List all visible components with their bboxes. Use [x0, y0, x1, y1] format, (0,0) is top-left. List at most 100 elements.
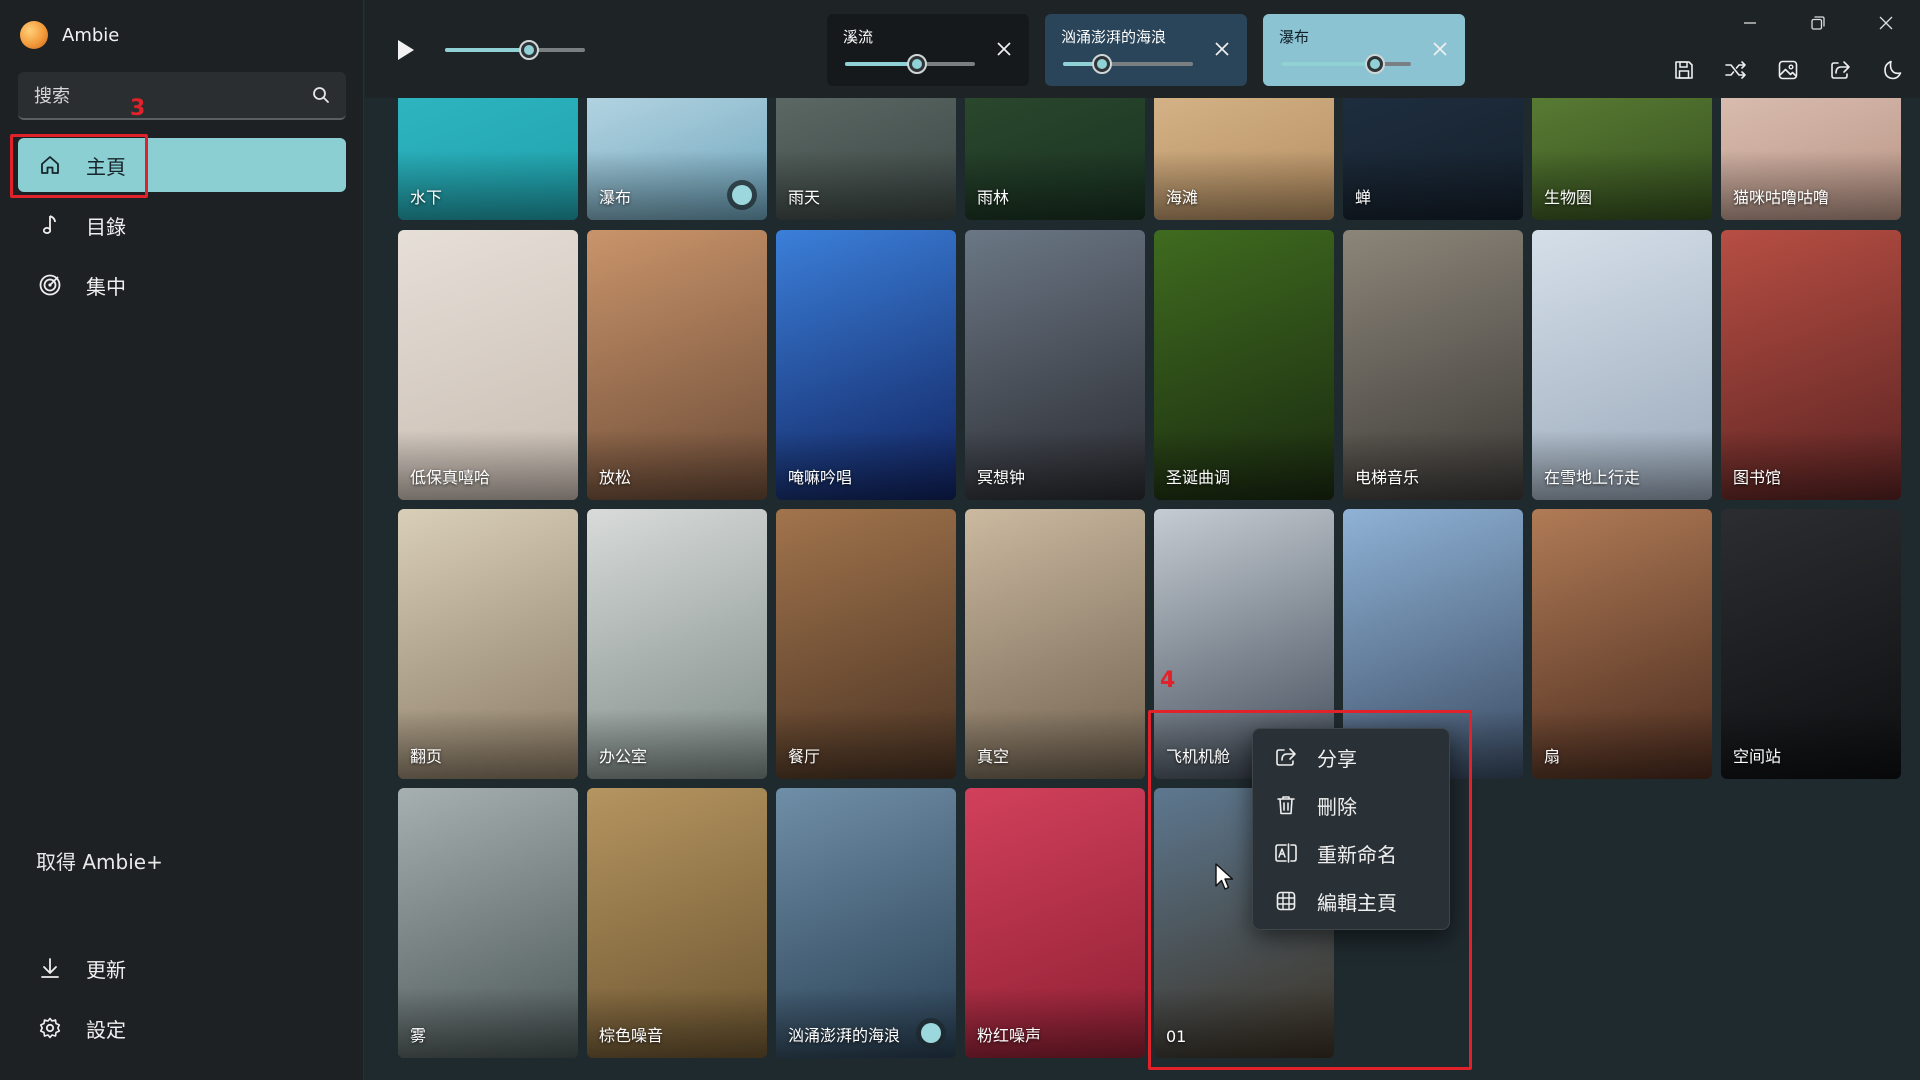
mix-volume-fill [845, 62, 917, 66]
sound-name: 棕色噪音 [599, 1026, 664, 1045]
sound-tile[interactable]: 放松 [587, 230, 767, 500]
sound-tile[interactable]: 雾 [398, 788, 578, 1058]
share-button[interactable] [1824, 54, 1856, 86]
sound-name: 唵嘛吟唱 [788, 468, 853, 487]
sound-tile[interactable]: 雨天 [776, 98, 956, 220]
sleep-timer-button[interactable] [1876, 54, 1908, 86]
sound-name: 真空 [977, 747, 1010, 766]
sound-tile[interactable]: 粉红噪声 [965, 788, 1145, 1058]
close-window-button[interactable] [1852, 0, 1920, 46]
mix-name: 瀑布 [1279, 28, 1310, 46]
save-button[interactable] [1668, 54, 1700, 86]
sound-name: 圣诞曲调 [1166, 468, 1231, 487]
shuffle-icon [1725, 61, 1746, 79]
restore-button[interactable] [1784, 0, 1852, 46]
master-volume-thumb[interactable] [519, 40, 539, 60]
toolbar [1668, 54, 1908, 86]
sound-tile[interactable]: 瀑布 [587, 98, 767, 220]
play-icon [398, 40, 414, 60]
master-volume-fill [445, 48, 529, 52]
shuffle-button[interactable] [1720, 54, 1752, 86]
minimize-button[interactable] [1716, 0, 1784, 46]
nav-item-catalogue[interactable]: 目錄 [18, 198, 346, 252]
mix-volume-thumb[interactable] [906, 54, 927, 74]
mix-volume-slider[interactable] [1281, 54, 1411, 74]
target-icon [36, 271, 64, 299]
settings-button[interactable]: 設定 [18, 1004, 346, 1052]
sound-tile[interactable]: 雨林 [965, 98, 1145, 220]
sound-tile[interactable]: 低保真嘻哈 [398, 230, 578, 500]
sound-tile[interactable]: 棕色噪音 [587, 788, 767, 1058]
sound-tile[interactable]: 圣诞曲调 [1154, 230, 1334, 500]
close-icon [1879, 16, 1893, 30]
active-indicator-icon[interactable] [916, 1018, 946, 1048]
image-button[interactable] [1772, 54, 1804, 86]
sound-name: 生物圈 [1544, 188, 1593, 207]
sound-tile[interactable]: 海滩 [1154, 98, 1334, 220]
download-icon [36, 954, 64, 982]
share-icon [1831, 61, 1850, 79]
close-icon[interactable] [1429, 38, 1451, 60]
nav-label-catalogue: 目錄 [86, 214, 126, 239]
mix-volume-thumb[interactable] [1092, 54, 1112, 74]
sound-name: 冥想钟 [977, 468, 1026, 487]
sound-tile[interactable]: 汹涌澎湃的海浪 [776, 788, 956, 1058]
sound-name: 翻页 [410, 747, 443, 766]
gear-icon [36, 1014, 64, 1042]
mix-volume-thumb[interactable] [1364, 54, 1385, 74]
sound-name: 在雪地上行走 [1544, 468, 1641, 487]
play-button[interactable] [389, 34, 421, 66]
sound-tile[interactable]: 电梯音乐 [1343, 230, 1523, 500]
active-indicator-icon[interactable] [727, 180, 757, 210]
search-icon[interactable] [312, 86, 330, 104]
sound-name: 粉红噪声 [977, 1026, 1042, 1045]
sound-tile[interactable]: 翻页 [398, 509, 578, 779]
minimize-icon [1744, 22, 1756, 24]
app-title: Ambie [20, 20, 119, 50]
sound-tile[interactable]: 蝉 [1343, 98, 1523, 220]
search-placeholder: 搜索 [34, 86, 70, 107]
sound-name: 雨林 [977, 188, 1010, 207]
sound-name: 汹涌澎湃的海浪 [788, 1026, 901, 1045]
sound-tile[interactable]: 猫咪咕噜咕噜 [1721, 98, 1901, 220]
sound-name: 餐厅 [788, 747, 821, 766]
sound-tile[interactable]: 唵嘛吟唱 [776, 230, 956, 500]
nav-item-focus[interactable]: 集中 [18, 258, 346, 312]
sound-tile[interactable]: 生物圈 [1532, 98, 1712, 220]
annotation-number-tile: 4 [1160, 668, 1176, 693]
sound-tile[interactable]: 水下 [398, 98, 578, 220]
mix-card-waterfall: 瀑布 [1263, 14, 1465, 86]
close-icon[interactable] [993, 38, 1015, 60]
search-input[interactable]: 搜索 [18, 72, 346, 120]
sound-tile[interactable]: 真空 [965, 509, 1145, 779]
app-name: Ambie [62, 24, 120, 46]
sound-tile[interactable]: 在雪地上行走 [1532, 230, 1712, 500]
save-icon [1675, 61, 1693, 79]
master-volume-slider[interactable] [445, 40, 585, 60]
sound-tile[interactable]: 办公室 [587, 509, 767, 779]
sound-name: 图书馆 [1733, 468, 1782, 487]
active-indicator-dot [732, 185, 752, 205]
moon-icon [1884, 60, 1902, 80]
mix-name: 溪流 [843, 28, 874, 46]
restore-icon [1811, 16, 1825, 30]
mix-volume-slider[interactable] [845, 54, 975, 74]
sound-tile[interactable]: 扇 [1532, 509, 1712, 779]
sound-tile[interactable]: 冥想钟 [965, 230, 1145, 500]
close-icon[interactable] [1211, 38, 1233, 60]
sound-name: 海滩 [1166, 188, 1199, 207]
window-controls [1716, 0, 1920, 48]
update-button[interactable]: 更新 [18, 944, 346, 992]
sound-tile[interactable]: 空间站 [1721, 509, 1901, 779]
annotation-number-nav: 3 [130, 96, 146, 121]
sound-tile[interactable]: 餐厅 [776, 509, 956, 779]
sound-name: 猫咪咕噜咕噜 [1733, 188, 1830, 207]
mix-volume-slider[interactable] [1063, 54, 1193, 74]
sound-name: 低保真嘻哈 [410, 468, 491, 487]
get-ambie-plus-link[interactable]: 取得 Ambie+ [36, 846, 163, 875]
sound-name: 扇 [1544, 747, 1561, 766]
sound-name: 雾 [410, 1026, 427, 1045]
mix-card-waves: 汹涌澎湃的海浪 [1045, 14, 1247, 86]
sound-tile[interactable]: 图书馆 [1721, 230, 1901, 500]
annotation-box-nav [10, 134, 148, 198]
